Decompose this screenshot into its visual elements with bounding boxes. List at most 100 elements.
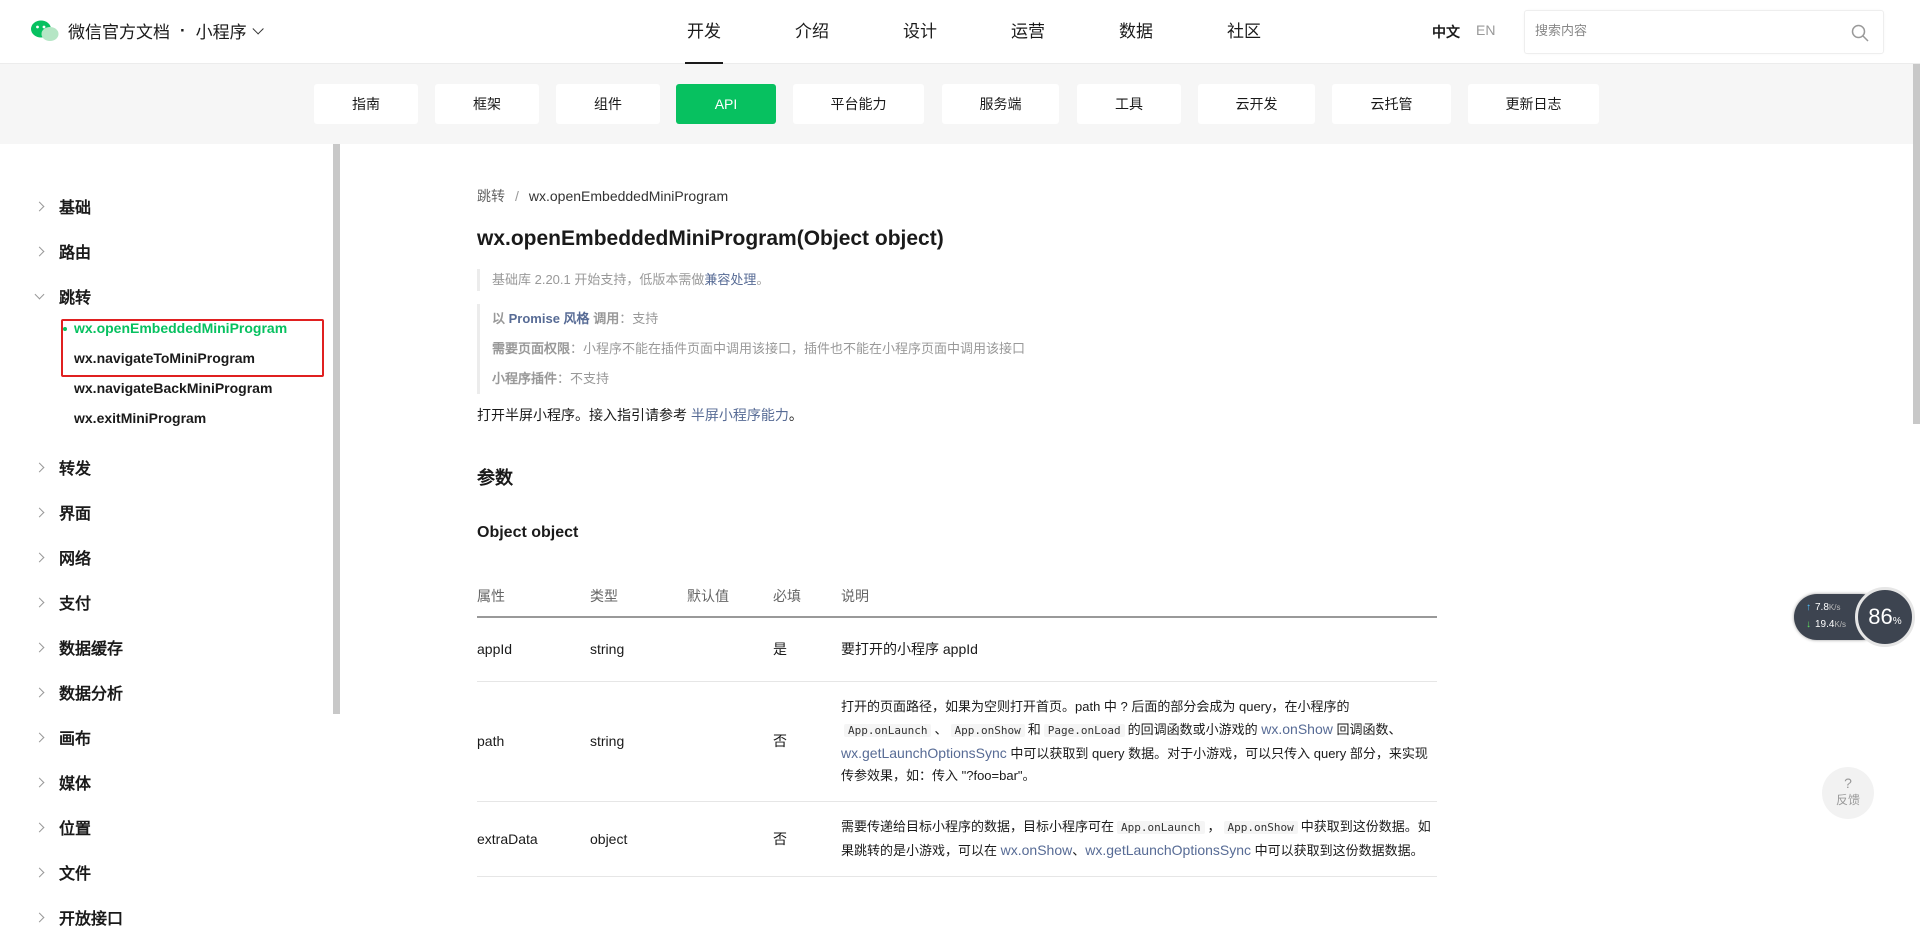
- nav-develop[interactable]: 开发: [650, 0, 758, 64]
- api-info-note: 以 Promise 风格 调用：支持 需要页面权限：小程序不能在插件页面中调用该…: [477, 304, 1025, 394]
- lang-zh[interactable]: 中文: [1432, 22, 1460, 42]
- sidebar-item-file[interactable]: 文件: [34, 860, 92, 884]
- sidebar-item-location[interactable]: 位置: [34, 815, 91, 839]
- tab-cloud-hosting[interactable]: 云托管: [1332, 84, 1451, 124]
- download-unit: K/s: [1834, 620, 1847, 629]
- nav-intro[interactable]: 介绍: [758, 0, 866, 64]
- sidebar-item-canvas[interactable]: 画布: [34, 725, 91, 749]
- desc-text: 回调函数、: [1336, 721, 1402, 737]
- sidebar: 基础 路由 跳转 wx.openEmbeddedMiniProgram wx.n…: [0, 144, 340, 937]
- sidebar-sub-exit[interactable]: wx.exitMiniProgram: [74, 410, 206, 426]
- api-description: 打开半屏小程序。接入指引请参考 半屏小程序能力。: [477, 405, 803, 425]
- tab-tools[interactable]: 工具: [1077, 84, 1181, 124]
- brand[interactable]: 微信官方文档 · 小程序: [30, 18, 264, 43]
- page-title: wx.openEmbeddedMiniProgram(Object object…: [477, 227, 944, 250]
- link-wx-onshow[interactable]: wx.onShow: [1261, 721, 1333, 737]
- desc-text: 中可以获取到这份数据数据。: [1254, 842, 1424, 858]
- plugin-label: 小程序插件: [492, 371, 558, 386]
- cell-required: 是: [773, 617, 841, 682]
- half-screen-link[interactable]: 半屏小程序能力: [691, 407, 789, 423]
- breadcrumb-current: wx.openEmbeddedMiniProgram: [528, 188, 729, 204]
- cell-required: 否: [773, 801, 841, 877]
- breadcrumb-separator: /: [515, 188, 519, 204]
- tab-api[interactable]: API: [676, 84, 776, 124]
- sidebar-item-storage[interactable]: 数据缓存: [34, 635, 123, 659]
- sidebar-item-open-api[interactable]: 开放接口: [34, 905, 124, 929]
- table-row: extraData object 否 需要传递给目标小程序的数据，目标小程序可在…: [477, 801, 1437, 877]
- sidebar-item-label: 基础: [59, 200, 92, 217]
- product-selector[interactable]: 小程序: [196, 18, 247, 43]
- language-switch: 中文 EN: [1432, 22, 1495, 42]
- sidebar-item-label: 网络: [59, 551, 92, 568]
- tab-component[interactable]: 组件: [556, 84, 660, 124]
- link-get-launch-options[interactable]: wx.getLaunchOptionsSync: [841, 745, 1007, 761]
- sidebar-item-route[interactable]: 路由: [34, 239, 92, 263]
- lib-version-note: 基础库 2.20.1 开始支持，低版本需做兼容处理。: [477, 269, 769, 291]
- sidebar-item-navigate[interactable]: 跳转: [34, 284, 92, 308]
- cell-desc: 要打开的小程序 appId: [841, 617, 1437, 682]
- memory-gauge[interactable]: 86%: [1855, 587, 1915, 647]
- sidebar-item-label: 跳转: [59, 290, 92, 307]
- arrow-up-icon: ↑: [1806, 602, 1811, 613]
- sidebar-item-payment[interactable]: 支付: [34, 590, 92, 614]
- tab-framework[interactable]: 框架: [435, 84, 539, 124]
- tab-platform[interactable]: 平台能力: [793, 84, 924, 124]
- sidebar-item-ui[interactable]: 界面: [34, 500, 91, 524]
- question-icon: ?: [1844, 775, 1852, 791]
- chevron-down-icon[interactable]: [252, 22, 264, 35]
- chevron-right-icon: [34, 597, 45, 607]
- sidebar-item-label: 文件: [59, 866, 92, 883]
- promise-link[interactable]: Promise 风格: [509, 311, 590, 326]
- lang-en[interactable]: EN: [1476, 22, 1495, 42]
- search-input[interactable]: [1535, 23, 1835, 38]
- main-nav: 开发 介绍 设计 运营 数据 社区: [650, 0, 1298, 64]
- breadcrumb-parent[interactable]: 跳转: [477, 188, 505, 204]
- sidebar-item-label: 开放接口: [59, 911, 124, 928]
- wechat-logo-icon: [30, 19, 60, 43]
- chevron-right-icon: [34, 462, 45, 472]
- object-heading: Object object: [477, 524, 579, 541]
- chevron-right-icon: [34, 912, 45, 922]
- chevron-right-icon: [34, 507, 45, 517]
- nav-community[interactable]: 社区: [1190, 0, 1298, 64]
- cell-name: appId: [477, 617, 590, 682]
- sidebar-item-analytics[interactable]: 数据分析: [34, 680, 123, 704]
- sidebar-item-network[interactable]: 网络: [34, 545, 92, 569]
- cell-required: 否: [773, 681, 841, 802]
- permission-value: ：小程序不能在插件页面中调用该接口，插件也不能在小程序页面中调用该接口: [570, 341, 1026, 356]
- sidebar-item-media[interactable]: 媒体: [34, 770, 91, 794]
- desc-text: 打开的页面路径，如果为空则打开首页。path 中 ? 后面的部分会成为 quer…: [841, 698, 1350, 714]
- feedback-button[interactable]: ? 反馈: [1822, 767, 1874, 819]
- nav-operation[interactable]: 运营: [974, 0, 1082, 64]
- tab-guide[interactable]: 指南: [314, 84, 418, 124]
- chevron-right-icon: [34, 867, 45, 877]
- sidebar-item-share[interactable]: 转发: [34, 455, 91, 479]
- sidebar-item-basic[interactable]: 基础: [34, 194, 92, 218]
- link-wx-onshow[interactable]: wx.onShow: [1001, 842, 1073, 858]
- tab-changelog[interactable]: 更新日志: [1468, 84, 1599, 124]
- nav-design[interactable]: 设计: [866, 0, 974, 64]
- nav-data[interactable]: 数据: [1082, 0, 1190, 64]
- sidebar-item-label: 支付: [59, 596, 92, 613]
- code-app-onlaunch: App.onLaunch: [844, 723, 932, 737]
- sidebar-sub-navigate-back[interactable]: wx.navigateBackMiniProgram: [74, 380, 272, 396]
- chevron-down-icon: [34, 289, 45, 299]
- desc-text: 、: [1072, 842, 1086, 858]
- search-box[interactable]: [1524, 10, 1884, 54]
- params-heading: 参数: [477, 468, 513, 488]
- tab-cloud-dev[interactable]: 云开发: [1198, 84, 1315, 124]
- sidebar-item-label: 路由: [59, 245, 92, 262]
- tab-server[interactable]: 服务端: [942, 84, 1059, 124]
- table-header-row: 属性 类型 默认值 必填 说明: [477, 575, 1437, 618]
- search-icon[interactable]: [1851, 24, 1869, 42]
- page-scrollbar[interactable]: [1913, 64, 1920, 424]
- chevron-right-icon: [34, 246, 45, 256]
- desc-text: 的回调函数或小游戏的: [1127, 721, 1258, 737]
- code-app-onshow: App.onShow: [1223, 820, 1298, 834]
- plugin-line: 小程序插件：不支持: [492, 364, 1025, 394]
- sidebar-scrollbar[interactable]: [333, 144, 340, 714]
- compat-link[interactable]: 兼容处理: [704, 272, 756, 287]
- chevron-right-icon: [34, 822, 45, 832]
- upload-value: 7.8: [1815, 602, 1829, 613]
- link-get-launch-options[interactable]: wx.getLaunchOptionsSync: [1085, 842, 1251, 858]
